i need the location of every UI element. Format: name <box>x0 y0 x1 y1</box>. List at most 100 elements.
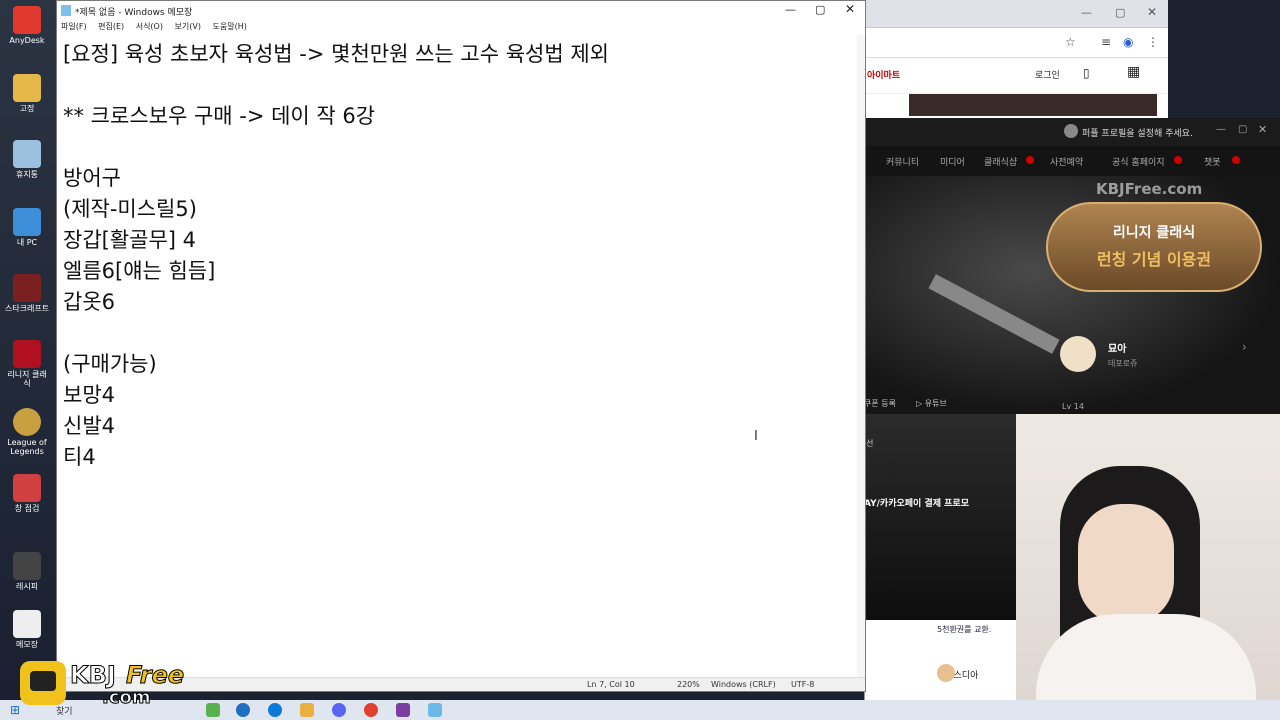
desktop: AnyDesk 고정 휴지통 내 PC 스타크래프트 리니지 클래식 Leagu… <box>0 0 56 700</box>
desktop-icon-lol[interactable]: League of Legends <box>4 408 50 456</box>
text-line: ** 크로스보우 구매 -> 데이 작 6강 <box>63 104 376 128</box>
phone-icon[interactable]: ▯ <box>1083 66 1090 80</box>
youtube-link[interactable]: ▷ 유튜브 <box>916 398 947 409</box>
desktop-icon-notepad[interactable]: 메모장 <box>4 610 50 649</box>
desktop-icon-lineage[interactable]: 리니지 클래식 <box>4 340 50 388</box>
maximize-icon[interactable]: ▢ <box>1115 6 1125 19</box>
nav-homepage[interactable]: 공식 홈페이지 <box>1112 155 1165 168</box>
promo-text: AY/카카오페이 결제 프로모 <box>864 499 969 509</box>
text-line: (제작-미스릴5) <box>63 197 197 221</box>
menu-edit[interactable]: 편집(E) <box>98 22 124 31</box>
chevron-right-icon[interactable]: › <box>1242 340 1247 354</box>
windows-start-icon[interactable]: ⊞ <box>10 703 20 717</box>
window-title: *제목 없음 - Windows 메모장 <box>75 8 193 18</box>
close-icon[interactable]: ✕ <box>1258 123 1267 136</box>
site-link[interactable]: 아이마트 <box>867 68 900 81</box>
notepad-window: *제목 없음 - Windows 메모장 — ▢ ✕ 파일(F) 편집(E) 서… <box>56 0 866 692</box>
desktop-icon-game[interactable]: 창 점검 <box>4 474 50 513</box>
desktop-icon-recipe[interactable]: 레시피 <box>4 552 50 591</box>
edge-icon[interactable] <box>268 703 282 717</box>
stream-watermark: KBJFree.com <box>1096 180 1203 198</box>
desktop-icon-folder[interactable]: 고정 <box>4 74 50 113</box>
nav-shop[interactable]: 클래식샵 <box>984 155 1017 168</box>
tv-logo-icon <box>20 661 66 705</box>
desktop-icon-this-pc[interactable]: 내 PC <box>4 208 50 247</box>
menu-view[interactable]: 보기(V) <box>175 22 201 31</box>
file-explorer-icon[interactable] <box>300 703 314 717</box>
desktop-icon-anydesk[interactable]: AnyDesk <box>4 6 50 45</box>
new-badge <box>1232 156 1240 164</box>
new-badge <box>1026 156 1034 164</box>
text-line: 방어구 <box>63 166 121 190</box>
browser-address-bar[interactable]: ☆ ≡ ◉ ⋮ <box>865 28 1168 58</box>
notepad-titlebar: *제목 없음 - Windows 메모장 — ▢ ✕ <box>57 1 865 21</box>
maximize-icon[interactable]: ▢ <box>815 3 825 16</box>
text-cursor-icon: I <box>754 429 758 444</box>
discord-icon[interactable] <box>332 703 346 717</box>
text-line: 갑옷6 <box>63 290 116 314</box>
snippet-text: 5천환권를 교환. <box>937 625 992 634</box>
text-line: 신발4 <box>63 414 116 438</box>
promo-side-label: 선 <box>866 439 874 448</box>
text-line <box>63 132 859 163</box>
minimize-icon[interactable]: — <box>785 3 796 16</box>
login-link[interactable]: 로그인 <box>1035 68 1060 81</box>
text-line <box>63 70 859 101</box>
banner-top-text: 리니지 클래식 <box>1112 225 1196 241</box>
menu-format[interactable]: 서식(O) <box>136 22 163 31</box>
stream-logo: KBJ Free .com <box>20 655 210 711</box>
site-banner <box>909 94 1157 116</box>
text-editor[interactable]: [요정] 육성 초보자 육성법 -> 몇천만원 쓰는 고수 육성법 제외 ** … <box>57 35 865 679</box>
text-line: [요정] 육성 초보자 육성법 -> 몇천만원 쓰는 고수 육성법 제외 <box>63 42 609 66</box>
desktop-icon-starcraft[interactable]: 스타크래프트 <box>4 274 50 313</box>
nav-media[interactable]: 미디어 <box>940 155 965 168</box>
text-line: 보망4 <box>63 383 116 407</box>
webcam-overlay <box>1016 414 1280 720</box>
text-line: (구매가능) <box>63 352 157 376</box>
promo-panel[interactable]: 선 AY/카카오페이 결제 프로모 <box>864 414 1016 620</box>
close-icon[interactable]: ✕ <box>1147 5 1157 19</box>
chrome-icon[interactable] <box>364 703 378 717</box>
minimize-icon[interactable]: — <box>1216 124 1226 135</box>
vertical-scrollbar[interactable] <box>857 35 865 679</box>
character-name: 묘아 <box>1108 344 1127 355</box>
menu-file[interactable]: 파일(F) <box>61 22 87 31</box>
text-line: 티4 <box>63 445 96 469</box>
new-badge <box>1174 156 1182 164</box>
minimize-icon[interactable]: — <box>1081 6 1092 19</box>
launch-banner[interactable]: 리니지 클래식 런칭 기념 이용권 <box>1046 202 1262 292</box>
taskbar-app-icon[interactable] <box>396 703 410 717</box>
logo-com: .com <box>102 687 152 709</box>
profile-icon[interactable]: ◉ <box>1123 35 1133 49</box>
coupon-register[interactable]: 쿠폰 등록 <box>864 398 896 409</box>
maximize-icon[interactable]: ▢ <box>1238 124 1247 135</box>
character-server: 데포로쥬 <box>1108 359 1138 368</box>
character-avatar <box>1060 336 1096 372</box>
nav-community[interactable]: 커뮤니티 <box>886 155 919 168</box>
sword-art <box>928 274 1060 354</box>
launcher-nav: 커뮤니티 미디어 클래식샵 사전예약 공식 홈페이지 챗봇 <box>864 146 1280 176</box>
level-text: Lv 14 <box>1062 402 1084 411</box>
menu-dots-icon[interactable]: ⋮ <box>1147 35 1159 49</box>
nav-preregister[interactable]: 사전예약 <box>1050 155 1083 168</box>
notepad-taskbar-icon[interactable] <box>428 703 442 717</box>
menu-bar: 파일(F) 편집(E) 서식(O) 보기(V) 도움말(H) <box>57 21 865 35</box>
nav-chatbot[interactable]: 챗봇 <box>1204 155 1221 168</box>
menu-help[interactable]: 도움말(H) <box>213 22 247 31</box>
apps-grid-icon[interactable]: ▦ <box>1127 64 1140 80</box>
launcher-hero: 리니지 클래식 런칭 기념 이용권 묘아 데포로쥬 › 쿠폰 등록 ▷ 유튜브 … <box>864 176 1280 414</box>
taskbar-app-icon[interactable] <box>236 703 250 717</box>
profile-avatar-icon[interactable] <box>1064 124 1078 138</box>
bookmark-star-icon[interactable]: ☆ <box>1065 35 1076 49</box>
notepad-app-icon <box>61 5 71 16</box>
text-line: 장갑[활골무] 4 <box>63 228 197 252</box>
text-line <box>63 318 859 349</box>
status-line-ending: Windows (CRLF) <box>711 680 776 689</box>
close-icon[interactable]: ✕ <box>845 2 855 16</box>
streamer-face <box>1078 504 1174 624</box>
site-header: 아이마트 로그인 ▯ ▦ <box>865 58 1168 94</box>
profile-prompt[interactable]: 퍼플 프로필을 설정해 주세요. <box>1082 126 1193 139</box>
media-icon[interactable]: ≡ <box>1101 35 1111 49</box>
status-zoom: 220% <box>677 680 700 689</box>
desktop-icon-recycle-bin[interactable]: 휴지통 <box>4 140 50 179</box>
